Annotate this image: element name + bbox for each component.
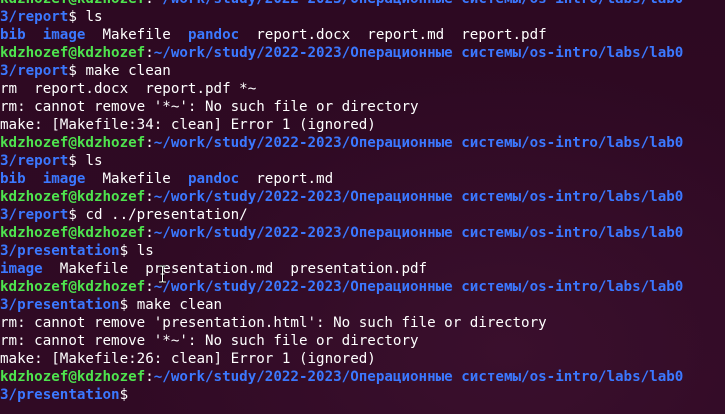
terminal-line-prompt-cont: 3/report$ ls xyxy=(0,152,725,170)
command-text: cd ../presentation/ xyxy=(85,207,248,223)
terminal-line-output: rm: cannot remove '*~': No such file or … xyxy=(0,332,725,350)
file-listing: Makefile xyxy=(85,27,188,43)
directory-name: image xyxy=(42,27,86,43)
directory-name: bib xyxy=(0,171,26,187)
command-output: rm report.docx report.pdf *~ xyxy=(0,81,257,97)
terminal-line-output: make: [Makefile:26: clean] Error 1 (igno… xyxy=(0,350,725,368)
terminal-line-output: image Makefile presentation.md presentat… xyxy=(0,260,725,278)
terminal-line-output: rm report.docx report.pdf *~ xyxy=(0,80,725,98)
prompt-symbol: : xyxy=(145,225,154,241)
file-listing: Makefile xyxy=(85,171,188,187)
prompt-path: ~/work/study/2022-2023/Операционные сист… xyxy=(154,0,684,7)
prompt-symbol: : xyxy=(145,369,154,385)
terminal-line-prompt-cont: 3/presentation$ xyxy=(0,386,725,404)
terminal-line-prompt-line: kdzhozef@kdzhozef:~/work/study/2022-2023… xyxy=(0,224,725,242)
command-output: rm: cannot remove '*~': No such file or … xyxy=(0,333,419,349)
terminal-line-output: rm: cannot remove '*~': No such file or … xyxy=(0,98,725,116)
command-output: rm: cannot remove '*~': No such file or … xyxy=(0,99,419,115)
prompt-symbol: $ xyxy=(68,9,86,25)
command-output: make: [Makefile:34: clean] Error 1 (igno… xyxy=(0,117,376,133)
prompt-path: ~/work/study/2022-2023/Операционные сист… xyxy=(153,225,684,241)
terminal-window[interactable]: kdzhozef@kdzhozef:~/work/study/2022-2023… xyxy=(0,0,725,414)
directory-name: image xyxy=(42,171,86,187)
terminal-line-prompt-cont: 3/report$ cd ../presentation/ xyxy=(0,206,725,224)
prompt-path: 3/report xyxy=(0,63,69,79)
terminal-line-prompt-cont: 3/presentation$ ls xyxy=(0,242,725,260)
prompt-symbol: $ xyxy=(68,153,86,169)
prompt-path: ~/work/study/2022-2023/Операционные сист… xyxy=(153,279,684,295)
command-text: ls xyxy=(85,153,103,169)
prompt-path: ~/work/study/2022-2023/Операционные сист… xyxy=(153,369,684,385)
terminal-line-prompt-line: kdzhozef@kdzhozef:~/work/study/2022-2023… xyxy=(0,0,725,8)
prompt-user-host: kdzhozef@kdzhozef xyxy=(0,369,146,385)
prompt-user-host: kdzhozef@kdzhozef xyxy=(0,189,146,205)
file-listing: report.docx report.md report.pdf xyxy=(239,27,547,43)
directory-name: bib xyxy=(0,27,26,43)
file-listing: Makefile presentation.md presentation.pd… xyxy=(42,261,428,277)
prompt-symbol: $ xyxy=(68,207,86,223)
prompt-path: 3/presentation xyxy=(0,243,120,259)
terminal-line-prompt-line: kdzhozef@kdzhozef:~/work/study/2022-2023… xyxy=(0,44,725,62)
command-output: make: [Makefile:26: clean] Error 1 (igno… xyxy=(0,351,376,367)
prompt-symbol: : xyxy=(145,135,154,151)
prompt-path: 3/presentation xyxy=(0,387,120,403)
prompt-symbol: : xyxy=(145,189,154,205)
prompt-path: ~/work/study/2022-2023/Операционные сист… xyxy=(153,45,684,61)
terminal-line-output: bib image Makefile pandoc report.md xyxy=(0,170,725,188)
prompt-path: 3/report xyxy=(0,153,69,169)
directory-name: pandoc xyxy=(187,27,240,43)
terminal-line-prompt-line: kdzhozef@kdzhozef:~/work/study/2022-2023… xyxy=(0,368,725,386)
file-listing: report.md xyxy=(239,171,334,187)
file-listing xyxy=(26,171,43,187)
terminal-line-output: bib image Makefile pandoc report.docx re… xyxy=(0,26,725,44)
terminal-output[interactable]: kdzhozef@kdzhozef:~/work/study/2022-2023… xyxy=(0,0,725,404)
prompt-path: 3/report xyxy=(0,9,69,25)
terminal-line-prompt-line: kdzhozef@kdzhozef:~/work/study/2022-2023… xyxy=(0,134,725,152)
prompt-user-host: kdzhozef@kdzhozef xyxy=(0,135,146,151)
prompt-path: 3/presentation xyxy=(0,297,120,313)
prompt-user-host: kdzhozef@kdzhozef xyxy=(0,45,146,61)
prompt-symbol: : xyxy=(145,279,154,295)
prompt-user-host: kdzhozef@kdzhozef xyxy=(0,225,146,241)
terminal-line-output: rm: cannot remove 'presentation.html': N… xyxy=(0,314,725,332)
prompt-symbol: $ xyxy=(119,243,137,259)
terminal-line-output: make: [Makefile:34: clean] Error 1 (igno… xyxy=(0,116,725,134)
prompt-user-host: kdzhozef@kdzhozef xyxy=(0,0,145,7)
prompt-symbol: $ xyxy=(119,387,129,403)
prompt-symbol: $ xyxy=(119,297,137,313)
prompt-user-host: kdzhozef@kdzhozef xyxy=(0,279,146,295)
text-ibeam-cursor-icon xyxy=(159,265,166,283)
command-output: rm: cannot remove 'presentation.html': N… xyxy=(0,315,547,331)
directory-name: image xyxy=(0,261,43,277)
prompt-path: 3/report xyxy=(0,207,69,223)
terminal-line-prompt-cont: 3/report$ make clean xyxy=(0,62,725,80)
terminal-line-prompt-cont: 3/presentation$ make clean xyxy=(0,296,725,314)
prompt-symbol: : xyxy=(145,45,154,61)
prompt-path: ~/work/study/2022-2023/Операционные сист… xyxy=(153,189,684,205)
command-text: ls xyxy=(85,9,103,25)
prompt-symbol: : xyxy=(145,0,154,7)
file-listing xyxy=(26,27,43,43)
terminal-line-prompt-cont: 3/report$ ls xyxy=(0,8,725,26)
command-text: make clean xyxy=(85,63,171,79)
prompt-path: ~/work/study/2022-2023/Операционные сист… xyxy=(153,135,684,151)
command-text: ls xyxy=(136,243,154,259)
terminal-line-prompt-line: kdzhozef@kdzhozef:~/work/study/2022-2023… xyxy=(0,278,725,296)
prompt-symbol: $ xyxy=(68,63,86,79)
terminal-line-prompt-line: kdzhozef@kdzhozef:~/work/study/2022-2023… xyxy=(0,188,725,206)
directory-name: pandoc xyxy=(187,171,240,187)
command-text: make clean xyxy=(136,297,223,313)
